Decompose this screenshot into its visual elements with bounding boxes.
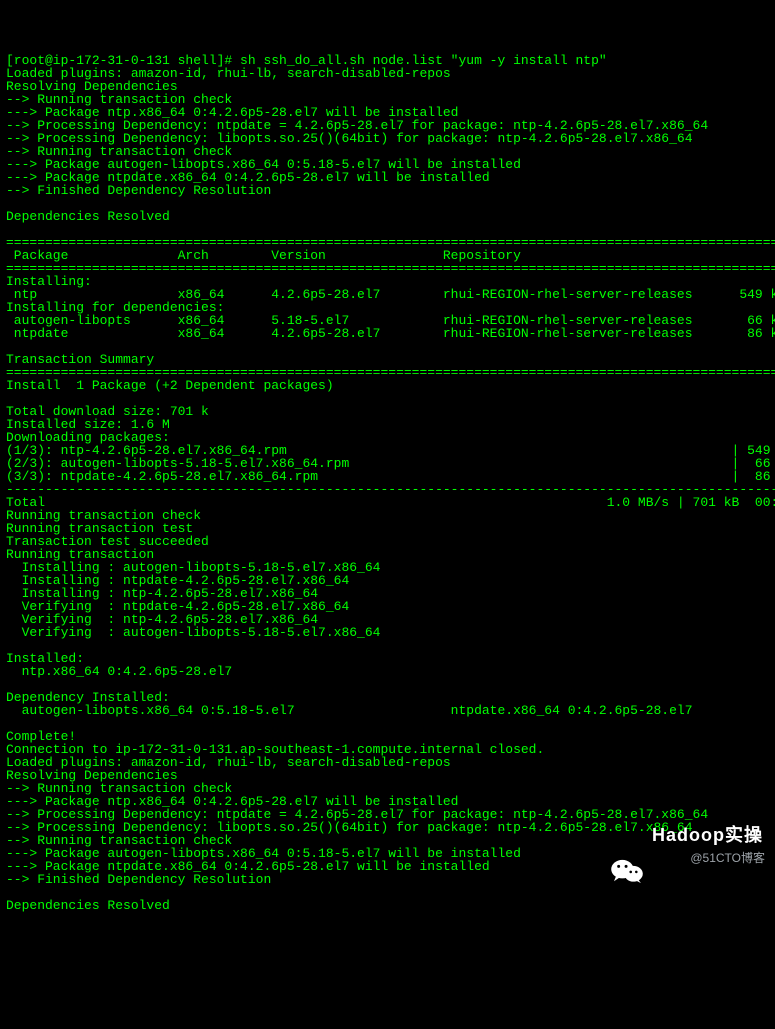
wechat-icon — [610, 822, 644, 848]
watermark: Hadoop实操 — [610, 822, 763, 848]
watermark-text: Hadoop实操 — [652, 826, 763, 844]
attribution-text: @51CTO博客 — [690, 852, 765, 864]
terminal-output: [root@ip-172-31-0-131 shell]# sh ssh_do_… — [6, 54, 769, 912]
